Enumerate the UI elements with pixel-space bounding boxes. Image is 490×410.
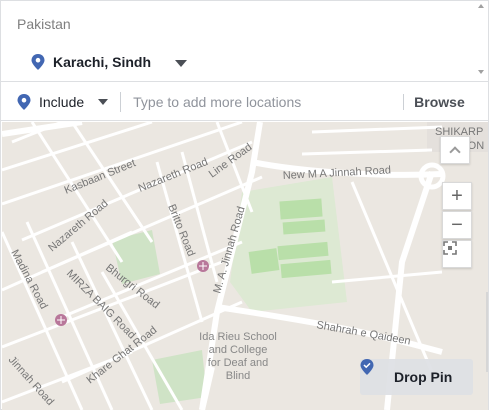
chevron-down-icon[interactable] xyxy=(98,98,109,105)
zoom-in-button[interactable]: + xyxy=(442,182,472,210)
browse-button[interactable]: Browse xyxy=(414,94,465,110)
scroll-up-arrow-icon[interactable] xyxy=(478,4,484,8)
poi-marker-icon xyxy=(55,314,67,326)
country-label: Pakistan xyxy=(17,16,71,32)
map-pan-up-button[interactable] xyxy=(440,136,470,164)
scroll-down-arrow-icon[interactable] xyxy=(478,70,484,74)
divider xyxy=(403,93,405,110)
poi-marker-icon xyxy=(197,260,209,272)
reset-view-button[interactable] xyxy=(442,240,472,268)
location-pin-icon xyxy=(31,54,45,70)
chevron-down-icon[interactable] xyxy=(175,60,188,67)
poi-label: Ida Rieu School xyxy=(199,331,277,343)
fullscreen-icon xyxy=(443,241,457,255)
location-pin-icon xyxy=(360,359,386,385)
drop-pin-button[interactable]: Drop Pin xyxy=(360,359,473,395)
location-search-row: Include Browse xyxy=(1,83,488,121)
location-search-input[interactable] xyxy=(133,93,404,110)
location-targeting-panel: Pakistan Karachi, Sindh Include Browse xyxy=(0,0,489,410)
include-dropdown[interactable]: Include xyxy=(39,94,84,110)
poi-label: and College xyxy=(209,344,268,356)
selected-location-name: Karachi, Sindh xyxy=(53,54,152,70)
selected-location-item[interactable]: Karachi, Sindh xyxy=(31,51,188,73)
drop-pin-label: Drop Pin xyxy=(394,369,453,385)
poi-label: Blind xyxy=(226,370,250,382)
selected-locations-list: Pakistan Karachi, Sindh xyxy=(1,1,488,82)
zoom-out-button[interactable]: − xyxy=(442,211,472,239)
poi-label: for Deaf and xyxy=(208,357,269,369)
list-scrollbar[interactable] xyxy=(474,1,488,81)
location-pin-icon xyxy=(17,93,31,110)
chevron-up-icon xyxy=(449,146,461,158)
divider xyxy=(120,91,122,112)
map-view[interactable]: Kasbaan Street Nazareth Road Line Road N… xyxy=(2,122,488,410)
